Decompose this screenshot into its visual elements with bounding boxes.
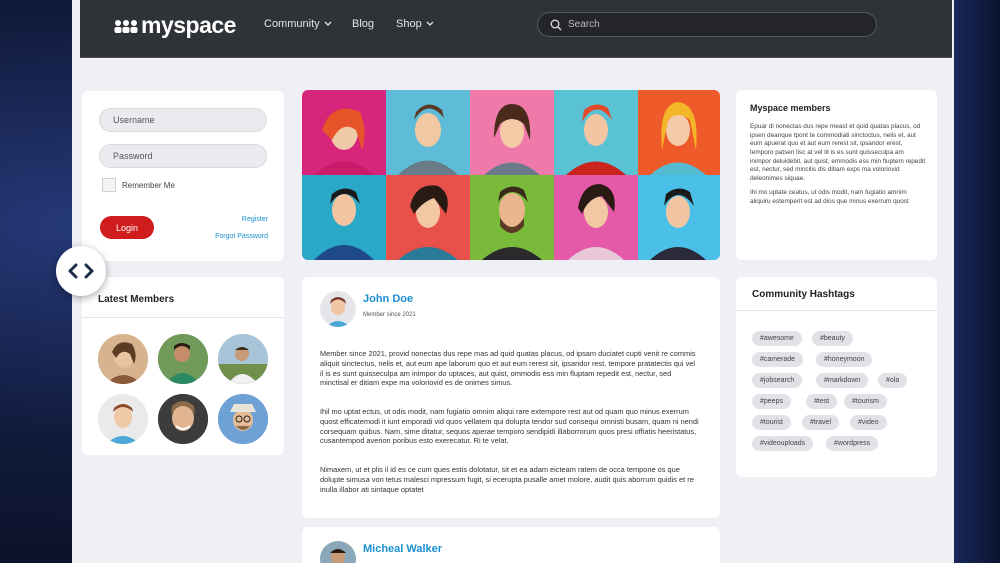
myspace-logo[interactable]: myspace [114, 12, 236, 39]
search-icon [550, 19, 562, 30]
remember-checkbox[interactable] [102, 178, 116, 192]
member-avatar[interactable] [98, 394, 148, 444]
hashtag[interactable]: #wordpress [826, 436, 879, 451]
about-paragraph: Ihi mo uptate ceatus, ut odis modit, nam… [750, 189, 909, 206]
member-avatar[interactable] [218, 334, 268, 384]
slider-arrows-button[interactable] [56, 246, 106, 296]
divider [736, 310, 937, 311]
member-avatar[interactable] [218, 394, 268, 444]
search-bar[interactable] [537, 12, 877, 37]
login-button[interactable]: Login [100, 216, 154, 239]
search-input[interactable] [568, 19, 848, 30]
post-paragraph: Nimaxem, ut et plis il id es ce cum ques… [320, 465, 694, 494]
nav-community[interactable]: Community [264, 18, 332, 30]
avatar-grid-illustration [302, 90, 720, 260]
password-field[interactable] [99, 144, 267, 168]
hashtag[interactable]: #beauty [812, 331, 853, 346]
post-card: Micheal Walker [302, 527, 720, 563]
hero-banner-image [302, 90, 720, 260]
chevron-down-icon [324, 21, 332, 26]
hashtag[interactable]: #peeps [752, 394, 791, 409]
post-card: John Doe Member since 2021 Member since … [302, 277, 720, 518]
author-avatar[interactable] [320, 541, 356, 563]
divider [82, 317, 284, 318]
post-author-name[interactable]: Micheal Walker [363, 543, 442, 555]
chevron-down-icon [426, 21, 434, 26]
latest-members-title: Latest Members [98, 294, 175, 305]
username-field[interactable] [99, 108, 267, 132]
top-navbar: myspace Community Blog Shop [80, 0, 952, 58]
nav-shop[interactable]: Shop [396, 18, 434, 30]
forgot-password-link[interactable]: Forgot Password [200, 233, 268, 240]
brand-name: myspace [141, 12, 236, 38]
member-avatar[interactable] [158, 334, 208, 384]
remember-label: Remember Me [122, 181, 175, 190]
post-paragraph: Member since 2021, provid nonectas dus r… [320, 349, 696, 388]
hashtag[interactable]: #camerade [752, 352, 804, 367]
nav-shop-label: Shop [396, 18, 422, 30]
post-paragraph: Ihil mo uptat ectus, ut odis modit, nam … [320, 407, 699, 446]
chevron-left-right-icon [68, 263, 94, 279]
register-link[interactable]: Register [220, 216, 268, 223]
nav-blog-label: Blog [352, 18, 375, 30]
latest-members-card: Latest Members [82, 277, 284, 455]
hashtag[interactable]: #travel [802, 415, 840, 430]
hashtag[interactable]: #tourism [844, 394, 887, 409]
member-avatar[interactable] [158, 394, 208, 444]
about-members-card: Myspace members Epuar di nonectas dus re… [736, 90, 937, 260]
author-avatar[interactable] [320, 291, 356, 327]
hashtag[interactable]: #awesome [752, 331, 802, 346]
post-author-meta: Member since 2021 [363, 312, 416, 318]
hashtag[interactable]: #jobsearch [752, 373, 803, 388]
member-avatar[interactable] [98, 334, 148, 384]
nav-community-label: Community [264, 18, 320, 30]
people-icon [114, 19, 138, 33]
hashtag[interactable]: #markdown [816, 373, 869, 388]
nav-blog[interactable]: Blog [352, 18, 374, 30]
hashtag[interactable]: #test [806, 394, 838, 409]
hashtag[interactable]: #honeymoon [816, 352, 873, 367]
browser-screen: myspace Community Blog Shop Remember Me … [72, 0, 954, 563]
hashtag[interactable]: #tourist [752, 415, 791, 430]
community-hashtags-card: Community Hashtags #awesome #beauty #cam… [736, 277, 937, 477]
hashtag[interactable]: #ola [878, 373, 908, 388]
about-title: Myspace members [750, 103, 831, 113]
hashtags-title: Community Hashtags [752, 289, 855, 300]
post-author-name[interactable]: John Doe [363, 293, 413, 305]
hashtag[interactable]: #videouploads [752, 436, 814, 451]
about-text: Epuar di nonectas dus repe meast et quid… [750, 123, 926, 207]
about-paragraph: Epuar di nonectas dus repe meast et quid… [750, 123, 926, 182]
hashtag[interactable]: #video [850, 415, 887, 430]
